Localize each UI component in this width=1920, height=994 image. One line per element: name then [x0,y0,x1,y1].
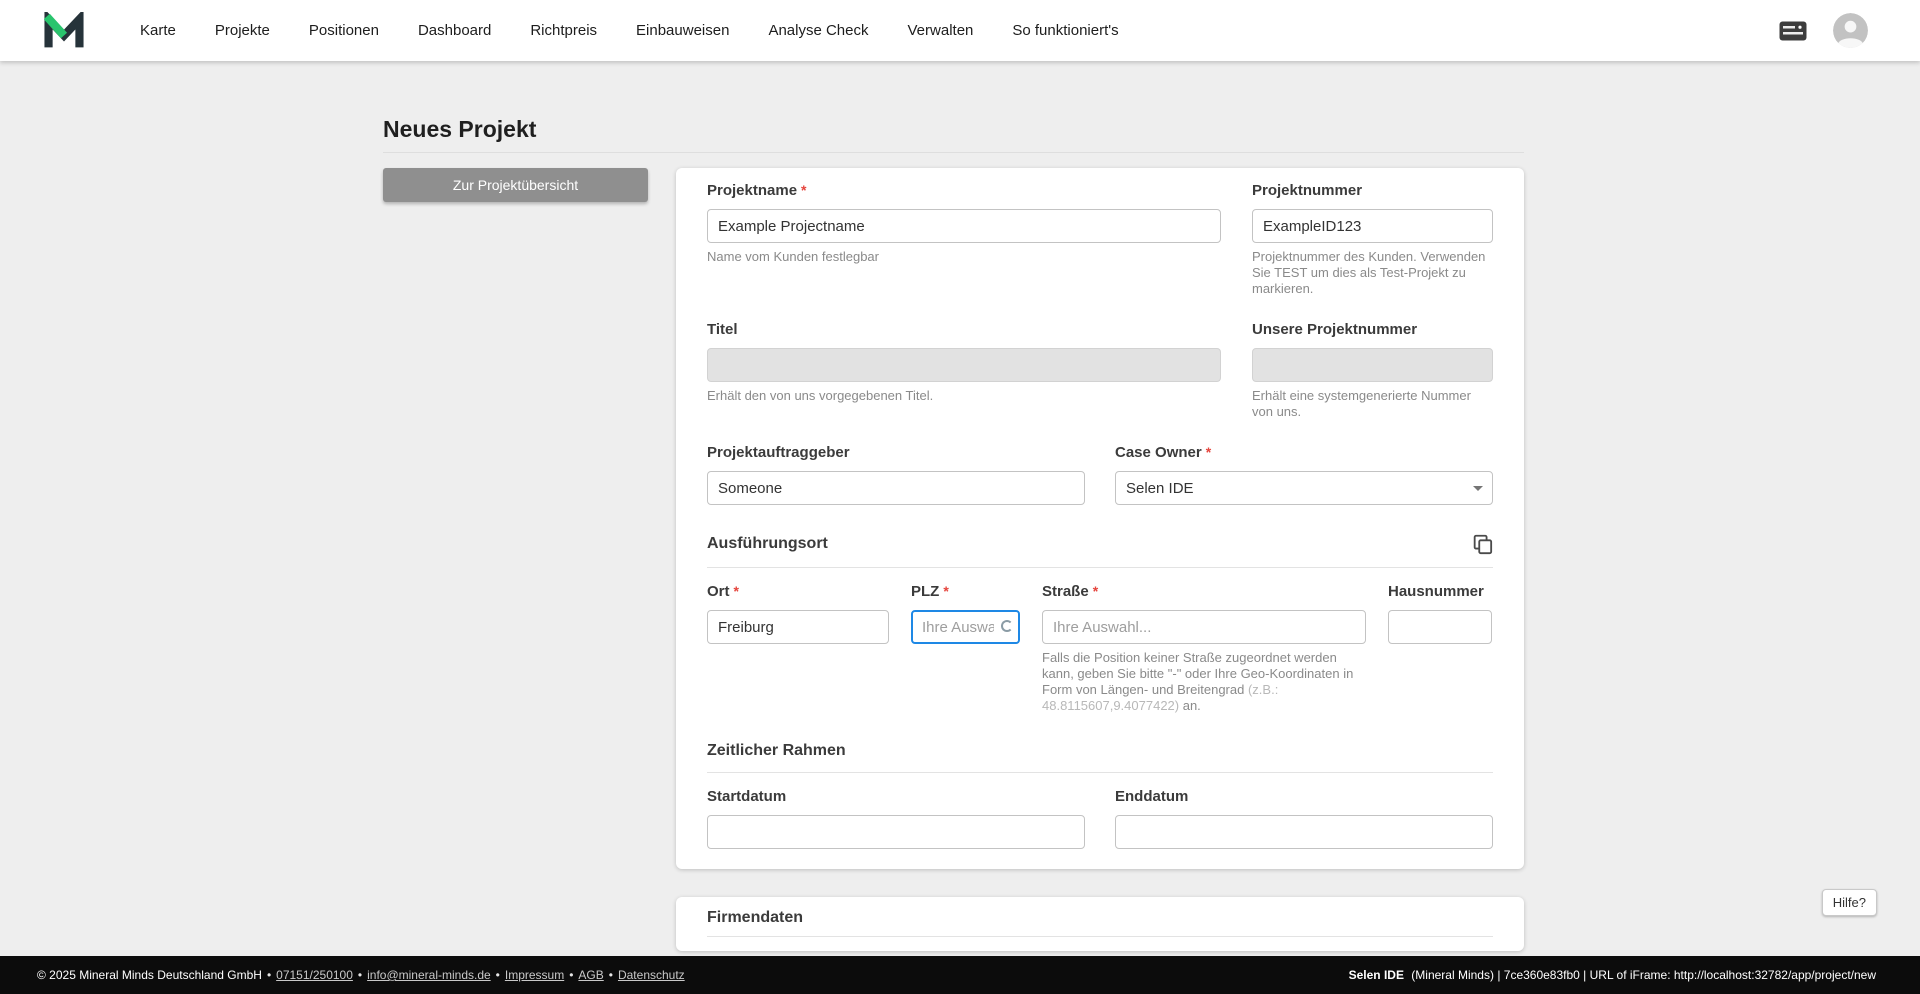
plz-label: PLZ [911,583,940,600]
hausnummer-label: Hausnummer [1388,583,1484,600]
case-owner-select[interactable]: Selen IDE [1115,471,1493,505]
footer-link-agb[interactable]: AGB [578,968,603,982]
footer-link-email[interactable]: info@mineral-minds.de [367,968,491,982]
firmendaten-title: Firmendaten [707,909,804,926]
field-unsere-projektnummer: Unsere Projektnummer Erhält eine systemg… [1252,321,1493,420]
projektauftraggeber-label: Projektauftraggeber [707,444,850,461]
nav-item-projekte[interactable]: Projekte [215,22,270,39]
field-hausnummer: Hausnummer [1388,583,1492,714]
nav-item-verwalten[interactable]: Verwalten [908,22,974,39]
unsere-projektnummer-input [1252,348,1493,382]
firmendaten-card: Firmendaten [676,897,1524,951]
projektnummer-helper: Projektnummer des Kunden. Verwenden Sie … [1252,249,1486,296]
section-divider [707,936,1493,937]
terminal-icon[interactable] [1779,21,1807,41]
left-column: Zur Projektübersicht [383,168,648,202]
required-marker: * [943,583,949,599]
hausnummer-input[interactable] [1388,610,1492,644]
main-nav: Karte Projekte Positionen Dashboard Rich… [140,22,1119,39]
footer-link-datenschutz[interactable]: Datenschutz [618,968,685,982]
field-titel: Titel Erhält den von uns vorgegebenen Ti… [707,321,1221,420]
section-divider [707,772,1493,773]
field-ort: Ort * [707,583,889,714]
required-marker: * [801,182,807,198]
nav-item-dashboard[interactable]: Dashboard [418,22,491,39]
main-area: Neues Projekt Zur Projektübersicht Proje… [0,61,1920,956]
footer-link-phone[interactable]: 07151/250100 [276,968,353,982]
chevron-down-icon [1473,486,1483,491]
field-projektnummer: Projektnummer Projektnummer des Kunden. … [1252,182,1493,297]
field-plz: PLZ * [911,583,1020,714]
nav-item-analyse-check[interactable]: Analyse Check [768,22,868,39]
strasse-input[interactable] [1042,610,1366,644]
copy-icon[interactable] [1471,533,1493,555]
enddatum-input[interactable] [1115,815,1493,849]
help-button[interactable]: Hilfe? [1821,889,1877,916]
loading-spinner-icon [1001,620,1013,632]
footer-link-impressum[interactable]: Impressum [505,968,564,982]
section-divider [707,567,1493,568]
projektnummer-label: Projektnummer [1252,182,1363,199]
right-column: Projektname * Name vom Kunden festlegbar… [676,168,1524,951]
unsere-projektnummer-label: Unsere Projektnummer [1252,321,1418,338]
nav-item-so-funktionierts[interactable]: So funktioniert's [1012,22,1118,39]
projektname-input[interactable] [707,209,1221,243]
unsere-projektnummer-helper: Erhält eine systemgenerierte Nummer von … [1252,388,1471,419]
project-form-card: Projektname * Name vom Kunden festlegbar… [676,168,1524,869]
strasse-label: Straße [1042,583,1089,600]
page-head: Neues Projekt [383,61,1524,153]
footer: © 2025 Mineral Minds Deutschland GmbH • … [0,956,1920,994]
footer-session-detail: (Mineral Minds) | 7ce360e83fb0 | URL of … [1411,968,1876,982]
projektname-label: Projektname [707,182,798,199]
nav-item-karte[interactable]: Karte [140,22,176,39]
titel-label: Titel [707,321,738,338]
section-zeitlicher-rahmen: Zeitlicher Rahmen [707,742,1493,760]
required-marker: * [733,583,739,599]
enddatum-label: Enddatum [1115,788,1189,805]
required-marker: * [1092,583,1099,599]
case-owner-selected-value: Selen IDE [1126,479,1194,497]
startdatum-input[interactable] [707,815,1085,849]
footer-session-info: Selen IDE (Mineral Minds) | 7ce360e83fb0… [1349,968,1876,982]
field-strasse: Straße * Falls die Position keiner Straß… [1042,583,1366,714]
ausfuehrungsort-title: Ausführungsort [707,535,828,552]
strasse-helper: Falls die Position keiner Straße zugeord… [1042,650,1354,713]
required-marker: * [1205,444,1212,460]
avatar[interactable] [1833,13,1868,48]
nav-item-richtpreis[interactable]: Richtpreis [530,22,597,39]
projektauftraggeber-input[interactable] [707,471,1085,505]
titel-input [707,348,1221,382]
case-owner-label: Case Owner [1115,444,1202,461]
page-title: Neues Projekt [383,116,537,142]
ort-label: Ort [707,583,730,600]
back-to-overview-button[interactable]: Zur Projektübersicht [383,168,648,202]
startdatum-label: Startdatum [707,788,787,805]
field-enddatum: Enddatum [1115,788,1493,849]
nav-item-positionen[interactable]: Positionen [309,22,379,39]
footer-copyright: © 2025 Mineral Minds Deutschland GmbH [37,968,262,982]
top-navigation-bar: Karte Projekte Positionen Dashboard Rich… [0,0,1920,61]
topbar-actions [1779,13,1868,48]
ort-input[interactable] [707,610,889,644]
section-firmendaten: Firmendaten [707,909,1493,927]
titel-helper: Erhält den von uns vorgegebenen Titel. [707,388,934,403]
user-icon [1833,13,1868,48]
field-case-owner: Case Owner * Selen IDE [1115,444,1493,505]
section-ausfuehrungsort: Ausführungsort [707,533,1493,555]
projektnummer-input[interactable] [1252,209,1493,243]
field-projektname: Projektname * Name vom Kunden festlegbar [707,182,1221,297]
projektname-helper: Name vom Kunden festlegbar [707,249,879,264]
field-startdatum: Startdatum [707,788,1085,849]
field-projektauftraggeber: Projektauftraggeber [707,444,1085,505]
zeitlicher-rahmen-title: Zeitlicher Rahmen [707,742,846,759]
nav-item-einbauweisen[interactable]: Einbauweisen [636,22,729,39]
footer-left: © 2025 Mineral Minds Deutschland GmbH • … [37,968,685,982]
mineral-minds-logo[interactable] [44,11,84,50]
footer-user: Selen IDE [1348,968,1404,982]
